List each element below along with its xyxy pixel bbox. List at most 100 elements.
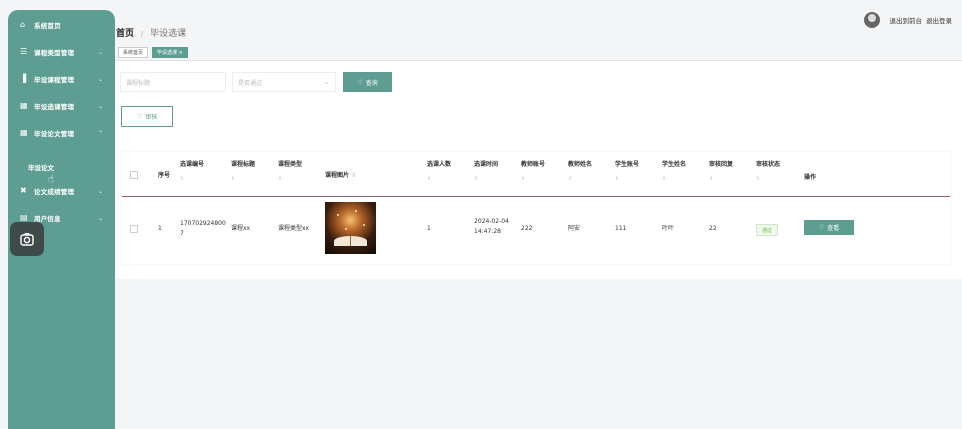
breadcrumb-current: 毕设选课 — [150, 29, 187, 39]
tag-current[interactable]: 毕设选课 × — [152, 47, 188, 58]
header-reply[interactable]: 审核回复 ⇕ — [709, 160, 733, 184]
audit-button[interactable]: ♡ 审核 — [121, 106, 173, 127]
heart-icon: ♡ — [818, 225, 825, 231]
sidebar-subitem-thesis[interactable]: 毕设论文 — [28, 162, 54, 172]
breadcrumb-separator: / — [140, 30, 144, 38]
logout-link[interactable]: 退出登录 — [926, 15, 952, 25]
sort-icon[interactable]: ⇕ — [180, 174, 204, 184]
user-area: 退出到前台 退出登录 — [863, 12, 952, 28]
search-icon: ♡ — [357, 79, 363, 86]
course-title-input[interactable]: 课程标题 — [120, 72, 226, 92]
cell-teacher-name: 阿安 — [568, 225, 581, 232]
sliders-icon: ☰ — [20, 47, 28, 56]
bar-chart-icon: ▐ — [20, 74, 27, 83]
dumbbell-icon: ✖ — [20, 186, 27, 195]
cell-index: 1 — [158, 225, 162, 232]
sort-icon[interactable]: ⇕ — [231, 174, 255, 184]
image-sparkle — [363, 224, 365, 226]
cell-time: 2024-02-04 14:47:28 — [474, 218, 509, 235]
header-time[interactable]: 选课时间 ⇕ — [474, 160, 498, 184]
sidebar-item-selection[interactable]: ▦ 毕设选课管理 ⌄ — [8, 96, 115, 116]
header-index: 序号 — [158, 172, 171, 179]
home-icon: ⌂ — [20, 20, 26, 29]
camera-icon — [20, 233, 34, 246]
chevron-down-icon: ⌄ — [97, 75, 103, 83]
breadcrumb-home[interactable]: 首页 — [116, 29, 134, 39]
app-root: ⌂ 系统首页 ☰ 课程类型管理 ⌄ ▐ 毕设课程管理 ⌄ ▦ 毕设选课管理 ⌄ … — [0, 0, 962, 429]
camera-button[interactable] — [10, 222, 44, 256]
avatar[interactable] — [863, 12, 880, 28]
header-count[interactable]: 选课人数 ⇕ — [427, 160, 451, 184]
breadcrumb: 首页 / 毕设选课 — [116, 26, 186, 39]
sidebar-item-label: 毕设论文管理 — [34, 130, 75, 138]
tag-bar: 系统首页 毕设选课 × — [118, 47, 188, 58]
cell-count: 1 — [427, 225, 431, 232]
header-code[interactable]: 选课编号 ⇕ — [180, 160, 204, 184]
sort-icon[interactable]: ⇕ — [474, 174, 498, 184]
header-student-account[interactable]: 学生账号 ⇕ — [615, 160, 639, 184]
header-status[interactable]: 审核状态 ⇕ — [756, 160, 780, 184]
course-image[interactable] — [325, 202, 376, 254]
heart-icon: ♡ — [136, 114, 143, 120]
grid-icon: ▦ — [20, 101, 28, 110]
header-type[interactable]: 课程类型 ⇕ — [278, 160, 302, 184]
sort-icon[interactable]: ⇕ — [615, 174, 639, 184]
header-label: 教师姓名 — [568, 161, 593, 168]
status-badge: 通过 — [756, 224, 778, 236]
book-illustration — [334, 236, 367, 246]
tag-home[interactable]: 系统首页 — [118, 47, 149, 58]
cell-code: 1707029248007 — [180, 220, 226, 237]
sort-icon[interactable]: ⇕ — [568, 174, 592, 184]
sidebar-item-label: 系统首页 — [34, 22, 61, 30]
sort-icon[interactable]: ⇕ — [709, 174, 733, 184]
view-button[interactable]: ♡ 查看 — [804, 220, 854, 235]
header-divider — [122, 196, 950, 197]
sort-icon[interactable]: ⇕ — [521, 174, 545, 184]
pass-status-select[interactable]: 是否通过 ⌄ — [232, 72, 336, 92]
sidebar-item-course[interactable]: ▐ 毕设课程管理 ⌄ — [8, 69, 115, 89]
header-student-name[interactable]: 学生姓名 ⇕ — [662, 160, 686, 184]
header-label: 学生姓名 — [662, 161, 687, 168]
sidebar: ⌂ 系统首页 ☰ 课程类型管理 ⌄ ▐ 毕设课程管理 ⌄ ▦ 毕设选课管理 ⌄ … — [8, 10, 115, 429]
sidebar-item-thesis[interactable]: ▦ 毕设论文管理 ⌃ — [8, 123, 115, 143]
header-title[interactable]: 课程标题 ⇕ — [231, 160, 255, 184]
header-label: 课程标题 — [231, 161, 256, 168]
chevron-down-icon: ⌄ — [97, 187, 103, 195]
cell-title: 课程xx — [231, 225, 251, 232]
selection-table: 序号 选课编号 ⇕ 课程标题 ⇕ 课程类型 ⇕ 课程图片 ⇕ 选课人数 ⇕ 选课时间 ⇕ … — [122, 152, 950, 264]
sort-icon[interactable]: ⇕ — [756, 174, 780, 184]
select-placeholder: 是否通过 — [238, 79, 263, 87]
sort-icon[interactable]: ⇕ — [427, 174, 451, 184]
image-sparkle — [345, 228, 347, 230]
cell-student-account: 111 — [615, 225, 627, 232]
sidebar-item-grades[interactable]: ✖ 论文成绩管理 ⌄ — [8, 181, 115, 201]
header-image[interactable]: 课程图片 ⇕ — [325, 171, 356, 181]
header-label: 教师账号 — [521, 161, 546, 168]
sort-icon[interactable]: ⇕ — [662, 174, 686, 184]
cell-type: 课程类型xx — [278, 225, 310, 232]
back-to-front-link[interactable]: 退出到前台 — [890, 15, 923, 25]
sidebar-item-course-type[interactable]: ☰ 课程类型管理 ⌄ — [8, 42, 115, 62]
grid-icon: ▦ — [20, 128, 28, 137]
cell-teacher-account: 222 — [521, 225, 533, 232]
sidebar-item-label: 课程类型管理 — [34, 49, 75, 57]
chevron-down-icon: ⌄ — [97, 214, 103, 222]
cell-student-name: 叶叶 — [662, 225, 675, 232]
sort-icon[interactable]: ⇕ — [351, 172, 356, 179]
view-label: 查看 — [827, 226, 840, 232]
header-label: 审核状态 — [756, 161, 781, 168]
header-label: 选课编号 — [180, 161, 205, 168]
select-all-checkbox[interactable] — [130, 171, 138, 179]
header-teacher-account[interactable]: 教师账号 ⇕ — [521, 160, 545, 184]
sidebar-item-home[interactable]: ⌂ 系统首页 — [8, 15, 115, 35]
card-icon: ▤ — [20, 213, 28, 222]
header-teacher-name[interactable]: 教师姓名 ⇕ — [568, 160, 592, 184]
query-label: 查询 — [365, 80, 378, 87]
sort-icon[interactable]: ⇕ — [278, 174, 302, 184]
chevron-down-icon: ⌄ — [97, 48, 103, 56]
header-actions: 操作 — [804, 174, 817, 181]
query-button[interactable]: ♡ 查询 — [343, 72, 392, 92]
chevron-down-icon: ⌄ — [323, 78, 329, 86]
header-label: 选课人数 — [427, 161, 452, 168]
row-checkbox[interactable] — [130, 225, 138, 233]
